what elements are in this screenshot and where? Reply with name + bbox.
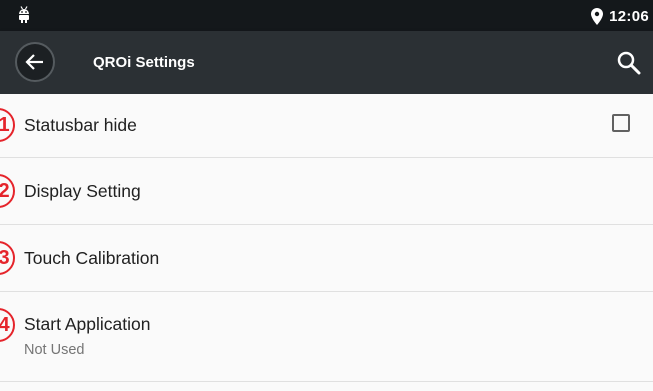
setting-summary: Not Used (24, 342, 85, 358)
status-bar: 12:06 (0, 0, 653, 31)
settings-list: 1 Statusbar hide 2 Display Setting 3 Tou… (0, 94, 653, 382)
annotation-marker: 4 (0, 308, 15, 342)
setting-touch-calibration[interactable]: 3 Touch Calibration (0, 225, 653, 292)
location-icon (591, 7, 604, 25)
back-button[interactable] (15, 42, 55, 82)
annotation-marker: 3 (0, 241, 15, 275)
setting-label: Touch Calibration (24, 248, 160, 268)
annotation-marker: 1 (0, 108, 15, 142)
setting-label: Start Application (24, 314, 151, 334)
setting-statusbar-hide[interactable]: 1 Statusbar hide (0, 94, 653, 158)
app-bar: QROi Settings (0, 31, 653, 94)
status-clock: 12:06 (609, 7, 649, 25)
annotation-marker: 2 (0, 174, 15, 208)
back-arrow-icon (25, 54, 43, 70)
setting-display[interactable]: 2 Display Setting (0, 158, 653, 225)
setting-label: Display Setting (24, 181, 141, 201)
setting-label: Statusbar hide (24, 115, 137, 135)
setting-start-application[interactable]: 4 Start Application Not Used (0, 292, 653, 382)
search-icon[interactable] (616, 50, 642, 76)
page-title: QROi Settings (93, 54, 195, 71)
statusbar-hide-checkbox[interactable] (612, 114, 630, 132)
android-icon (19, 6, 29, 23)
